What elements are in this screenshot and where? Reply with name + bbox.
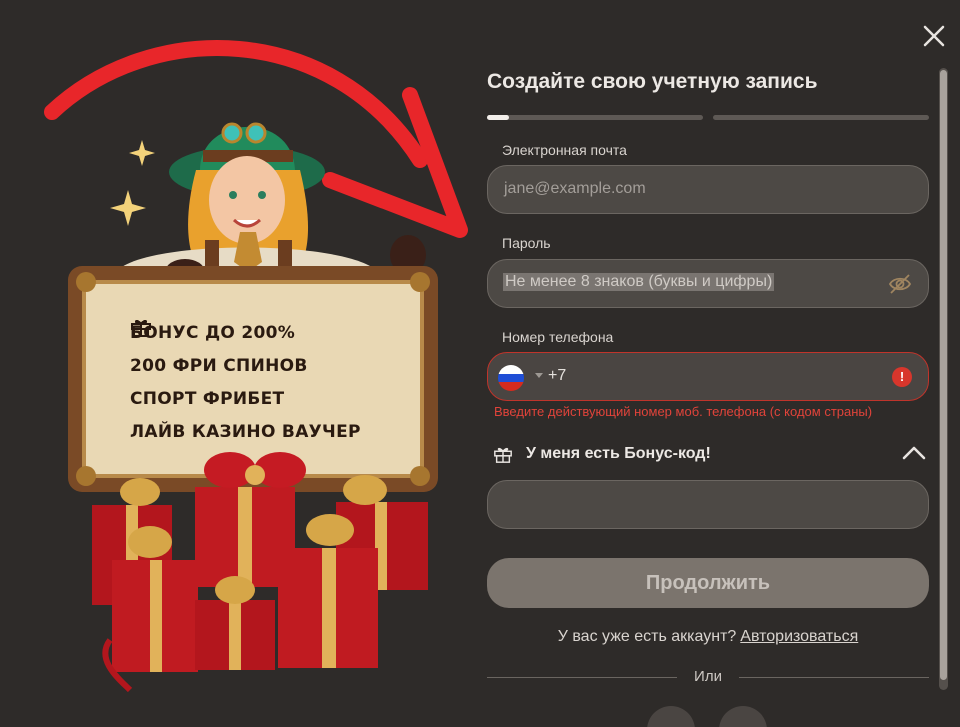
error-icon: ! — [892, 367, 912, 387]
step-progress — [487, 115, 929, 121]
password-label: Пароль — [502, 235, 551, 251]
have-account-text: У вас уже есть аккаунт? — [557, 628, 737, 645]
russia-flag-icon[interactable] — [498, 365, 524, 391]
form-title: Создайте свою учетную запись — [487, 70, 818, 93]
phone-error-message: Введите действующий номер моб. телефона … — [494, 404, 873, 419]
gift-icon — [494, 447, 512, 463]
perk-label: ЛАЙВ КАЗИНО ВАУЧЕР — [130, 421, 361, 442]
scrollbar-thumb[interactable] — [940, 70, 947, 680]
step-1-bar — [487, 115, 703, 120]
chevron-down-icon[interactable] — [535, 373, 543, 378]
perk-list: БОНУС ДО 200% 200 ФРИ СПИНОВ СПОРТ ФРИБЕ… — [130, 316, 420, 448]
perk-item: 200 ФРИ СПИНОВ — [130, 320, 420, 382]
registration-form: Создайте свою учетную запись Электронная… — [487, 0, 932, 727]
perk-label: 200 ФРИ СПИНОВ — [130, 355, 308, 376]
email-label: Электронная почта — [502, 142, 627, 158]
password-placeholder: Не менее 8 знаков (буквы и цифры) — [503, 273, 775, 291]
login-link[interactable]: Авторизоваться — [740, 628, 858, 645]
email-placeholder: jane@example.com — [504, 180, 646, 197]
step-2-bar — [713, 115, 929, 120]
phone-field[interactable]: +7 ! — [487, 352, 929, 401]
perk-item: СПОРТ ФРИБЕТ — [130, 320, 420, 415]
chevron-up-icon[interactable] — [901, 444, 927, 462]
divider-line — [739, 677, 929, 678]
bonus-code-toggle[interactable]: У меня есть Бонус-код! — [487, 440, 929, 470]
gift-icon — [131, 320, 151, 337]
phone-label: Номер телефона — [502, 329, 614, 345]
registration-modal: БОНУС ДО 200% 200 ФРИ СПИНОВ СПОРТ ФРИБЕ… — [0, 0, 960, 727]
social-login-button[interactable] — [647, 706, 695, 727]
perk-item: БОНУС ДО 200% — [130, 316, 420, 349]
promo-banner: БОНУС ДО 200% 200 ФРИ СПИНОВ СПОРТ ФРИБЕ… — [0, 0, 470, 727]
email-field[interactable]: jane@example.com — [487, 165, 929, 214]
scrollbar[interactable] — [939, 68, 948, 690]
social-login-button[interactable] — [719, 706, 767, 727]
dial-code: +7 — [548, 367, 567, 384]
or-divider: Или — [487, 667, 929, 687]
eye-off-icon[interactable] — [888, 273, 912, 295]
perk-item: ЛАЙВ КАЗИНО ВАУЧЕР — [130, 320, 420, 448]
password-field[interactable]: Не менее 8 знаков (буквы и цифры) — [487, 259, 929, 308]
bonus-code-input[interactable] — [487, 480, 929, 529]
perk-label: СПОРТ ФРИБЕТ — [130, 388, 285, 409]
continue-button[interactable]: Продолжить — [487, 558, 929, 608]
login-prompt: У вас уже есть аккаунт? Авторизоваться — [487, 628, 929, 646]
step-1-fill — [487, 115, 509, 120]
bonus-code-label: У меня есть Бонус-код! — [526, 445, 711, 462]
perk-label: БОНУС ДО 200% — [130, 322, 296, 343]
